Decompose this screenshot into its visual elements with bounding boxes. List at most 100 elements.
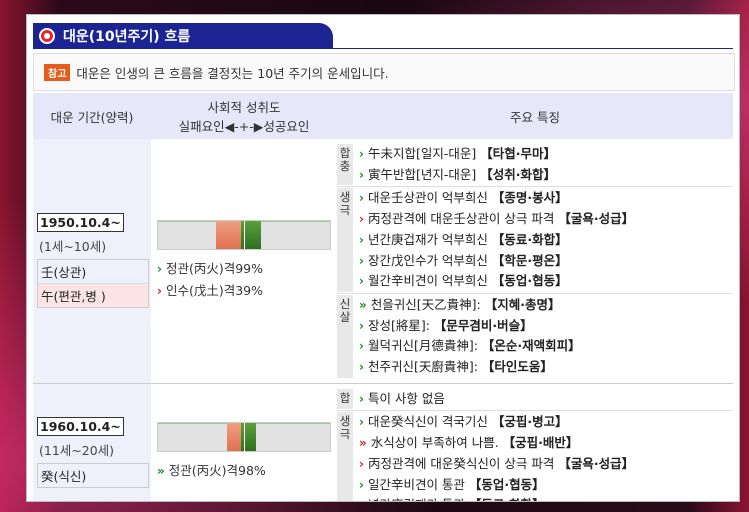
col-header-period: 대운 기간(양력) [33,93,151,139]
section-title: 대운(10년주기) 흐름 [63,29,191,45]
feature-item: › 장성[將星]: 【문무겸비·버슬】 [359,316,733,337]
feature-item: » 水식상이 부족하여 나쁨. 【궁핍·배반】 [359,433,733,454]
feature-item: › 월간辛비견이 억부희신 【동업·협동】 [359,271,733,292]
green-arrow-icon: » [359,297,367,312]
red-arrow-icon: » [359,436,367,451]
green-arrow-icon: › [157,261,162,276]
score-cell: » 정관(丙火)격98% [151,383,337,501]
bar-negative-fill [226,423,241,452]
feature-text: 월덕귀신[月德貴神]: [367,338,478,354]
green-arrow-icon: › [359,147,364,161]
feature-item: › 丙정관격에 대운癸식신이 상극 파격 【굴욕·성급】 [359,454,733,475]
green-arrow-icon: › [359,339,364,354]
earthly-branch: 午(편관,병 ) [38,283,148,308]
feature-item: » 천을귀신[天乙貴神]: 【지혜·총명】 [359,295,733,316]
feature-tag: 【동업·협동】 [468,476,545,492]
gyeok-level-text: 인수(戊土)격39% [165,282,263,298]
ganji-box: 壬(상관) 午(편관,병 ) [37,259,149,309]
feature-tag: 【타협·무마】 [480,146,556,161]
bar-positive-fill [240,423,257,452]
feature-category-label: 합충 [337,144,353,186]
score-scale: 실패요인◀-+-▶성공요인 [178,119,310,134]
green-arrow-icon: › [359,360,364,375]
feature-group: 생극 › 대운壬상관이 억부희신 【종명·봉사】 › 丙정관격에 대운壬상관이 상극 파… [337,187,733,294]
feature-tag: 【궁핍·병고】 [491,414,568,430]
feature-tag: 【타인도움】 [481,359,553,375]
red-arrow-icon: › [157,283,162,298]
feature-tag: 【굴욕·성급】 [558,455,635,471]
green-arrow-icon: › [359,415,364,430]
period-start-date: 1960.10.4~ [37,416,124,436]
green-arrow-icon: › [359,477,364,492]
feature-tag: 【학문·평온】 [491,252,568,268]
feature-item: › 특이 사항 없음 [359,389,733,410]
feature-tag: 【성취·화합】 [480,166,556,182]
col-header-score: 사회적 성취도 실패요인◀-+-▶성공요인 [151,93,337,139]
feature-tag: 【종명·봉사】 [491,190,568,206]
feature-item: › 년간庚겁재가 통관 【동료·화합】 [359,495,733,501]
title-divider [33,48,733,49]
feature-text: 水식상이 부족하여 나쁨. [370,435,499,451]
green-arrow-icon: › [359,191,364,206]
ganji-box: 癸(식신) [37,462,149,488]
feature-item: › 천주귀신[天廚貴神]: 【타인도움】 [359,357,733,378]
bar-midline [244,423,245,452]
feature-tag: 【굴욕·성급】 [558,211,635,227]
age-range: (11세~20세) [39,442,115,458]
green-arrow-icon: › [359,232,364,247]
green-arrow-icon: › [359,253,364,268]
achievement-bar [157,219,331,250]
score-cell: › 정관(丙火)격99% › 인수(戊土)격39% [151,139,337,384]
daeun-row: 1950.10.4~ (1세~10세) 壬(상관) 午(편관,병 ) › 정관(丙火)격9… [33,139,733,384]
age-range: (1세~10세) [39,239,107,255]
feature-item: › 일간辛비견이 통관 【동업·협동】 [359,475,733,496]
feature-text: 丙정관격에 대운癸식신이 상극 파격 [367,455,555,471]
feature-item: › 대운癸식신이 격국기신 【궁핍·병고】 [359,412,733,433]
green-arrow-icon: › [359,318,364,333]
achievement-bar [157,422,331,453]
feature-group: 신살» 천을귀신[天乙貴神]: 【지혜·총명】 › 장성[將星]: 【문무겸비·버슬】… [337,294,733,379]
col-header-features: 주요 특징 [337,93,733,139]
daeun-table: 대운 기간(양력) 사회적 성취도 실패요인◀-+-▶성공요인 주요 특징 19… [33,93,733,501]
score-title: 사회적 성취도 [207,100,281,115]
feature-text: 년간庚겁재가 억부희신 [367,231,488,247]
feature-text: 일간辛비견이 통관 [367,476,465,492]
green-arrow-icon: » [157,464,165,479]
gyeok-level: » 정관(丙火)격98% [157,460,331,479]
note-text: 대운은 인생의 큰 흐름을 결정짓는 10년 주기의 운세입니다. [76,65,389,81]
content-panel: 대운(10년주기) 흐름 참고 대운은 인생의 큰 흐름을 결정짓는 10년 주… [26,14,740,502]
feature-text: 특이 사항 없음 [367,390,445,406]
features-cell: 합 › 특이 사항 없음 생극 › 대운癸식신이 격국기신 【궁핍·병고】» 水식상이 부… [337,383,733,501]
green-arrow-icon: › [359,274,364,289]
period-cell: 1960.10.4~ (11세~20세) 癸(식신) [33,383,151,501]
bar-negative-fill [216,220,241,249]
feature-item: › 년간庚겁재가 억부희신 【동료·화합】 [359,230,733,251]
feature-text: 천을귀신[天乙貴神]: [370,296,481,312]
feature-text: 천주귀신[天廚貴神]: [367,359,478,375]
feature-text: 대운壬상관이 억부희신 [367,190,488,206]
feature-text: 寅午반합[년지-대운] [367,166,477,182]
green-arrow-icon: › [359,167,364,182]
feature-tag: 【동료·화합】 [491,231,568,247]
bar-midline [244,220,245,249]
feature-text: 丙정관격에 대운壬상관이 상극 파격 [367,211,555,227]
feature-tag: 【궁핍·배반】 [502,435,579,451]
feature-tag: 【지혜·총명】 [484,296,561,312]
feature-item: › 丙정관격에 대운壬상관이 상극 파격 【굴욕·성급】 [359,209,733,230]
feature-group: 생극 › 대운癸식신이 격국기신 【궁핍·병고】» 水식상이 부족하여 나쁨. 【궁핍… [337,411,733,501]
heavenly-stem: 癸(식신) [41,468,87,484]
feature-tag: 【문무겸비·버슬】 [433,317,533,333]
feature-tag: 【동업·협동】 [491,273,568,289]
period-start-date: 1950.10.4~ [37,213,124,233]
feature-category-label: 생극 [337,412,353,501]
feature-tag: 【동료·화합】 [469,497,545,501]
feature-group: 합충 › 午未지합[일지-대운] 【타협·무마】 › 寅午반합[년지-대운] 【성취·화… [337,143,733,188]
features-cell: 합충 › 午未지합[일지-대운] 【타협·무마】 › 寅午반합[년지-대운] 【성취·화… [337,139,733,384]
feature-category-label: 합 [337,388,353,410]
feature-item: › 寅午반합[년지-대운] 【성취·화합】 [359,165,733,186]
period-cell: 1950.10.4~ (1세~10세) 壬(상관) 午(편관,병 ) [33,139,151,384]
gyeok-level: › 정관(丙火)격99% [157,258,331,277]
green-arrow-icon: › [359,498,364,501]
feature-item: › 대운壬상관이 억부희신 【종명·봉사】 [359,188,733,209]
gyeok-level-text: 정관(丙火)격99% [165,260,263,276]
